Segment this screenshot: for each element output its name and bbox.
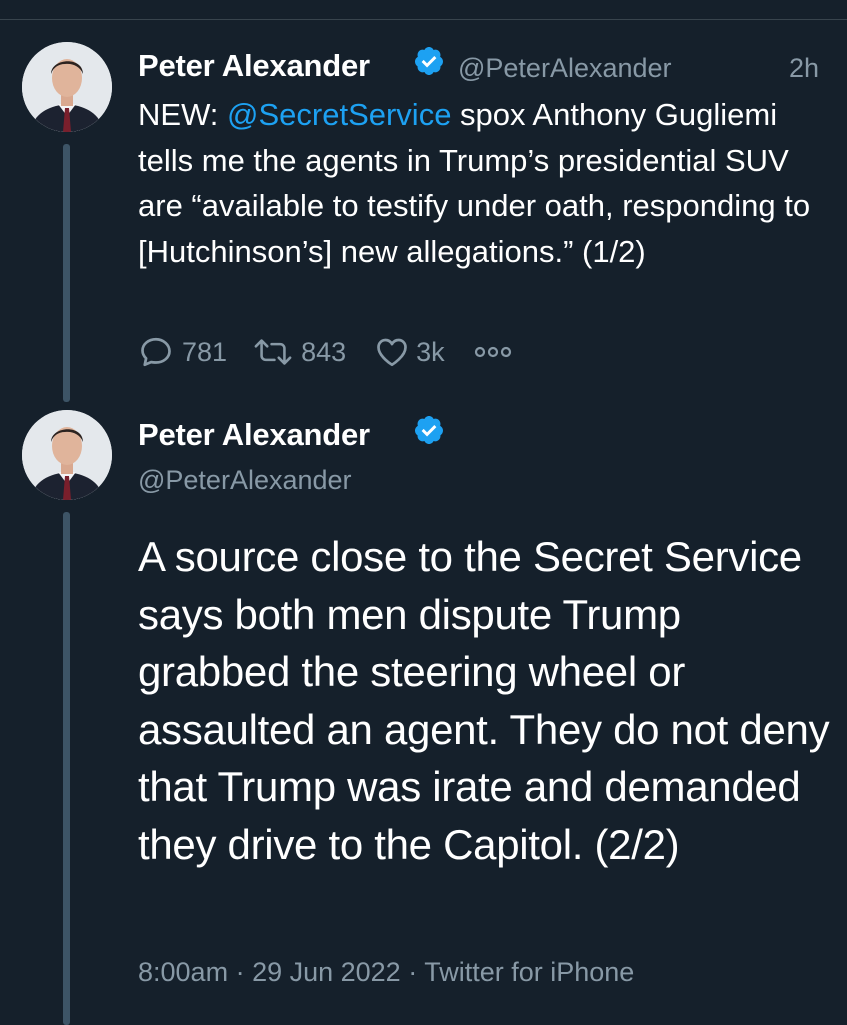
tweet-text: A source close to the Secret Service say… [138,533,830,868]
retweet-count: 843 [301,336,347,367]
more-icon [474,346,511,358]
avatar[interactable] [22,410,112,500]
like-button[interactable]: 3k [374,334,445,370]
reply-button[interactable]: 781 [138,334,227,370]
retweet-button[interactable]: 843 [253,334,346,370]
like-count: 3k [416,336,445,367]
tweet-timestamp[interactable]: 2h [789,53,819,84]
retweet-icon [254,339,292,365]
top-divider [0,19,847,20]
tweet-source[interactable]: Twitter for iPhone [424,957,634,987]
profile-photo-avatar-icon [22,410,112,500]
tweet-thread: Peter Alexander @PeterAlexander 2h NEW: … [0,0,847,1025]
meta-separator: · [228,957,253,987]
tweet-time[interactable]: 8:00am [138,957,228,987]
more-button[interactable] [473,342,513,362]
verified-badge-icon [414,416,443,444]
tweet-actions: 781 843 3k [138,330,513,374]
author-name[interactable]: Peter Alexander [138,417,370,453]
tweet-text: NEW: @SecretService spox Anthony Gugliem… [138,92,828,274]
author-name[interactable]: Peter Alexander [138,48,370,84]
heart-icon [377,338,407,367]
reply-icon [141,337,171,367]
verified-badge-icon [414,47,443,75]
profile-photo-avatar-icon [22,42,112,132]
author-handle[interactable]: @PeterAlexander [138,465,352,496]
thread-connector-line [63,512,70,1025]
author-handle[interactable]: @PeterAlexander [458,53,672,84]
meta-separator: · [400,957,425,987]
tweet-date[interactable]: 29 Jun 2022 [252,957,401,987]
mention-link[interactable]: @SecretService [227,97,451,132]
reply-count: 781 [182,336,228,367]
thread-connector-line [63,144,70,402]
tweet-meta: 8:00am · 29 Jun 2022 · Twitter for iPhon… [138,957,634,988]
avatar[interactable] [22,42,112,132]
tweet-text-prefix: NEW: [138,97,227,132]
